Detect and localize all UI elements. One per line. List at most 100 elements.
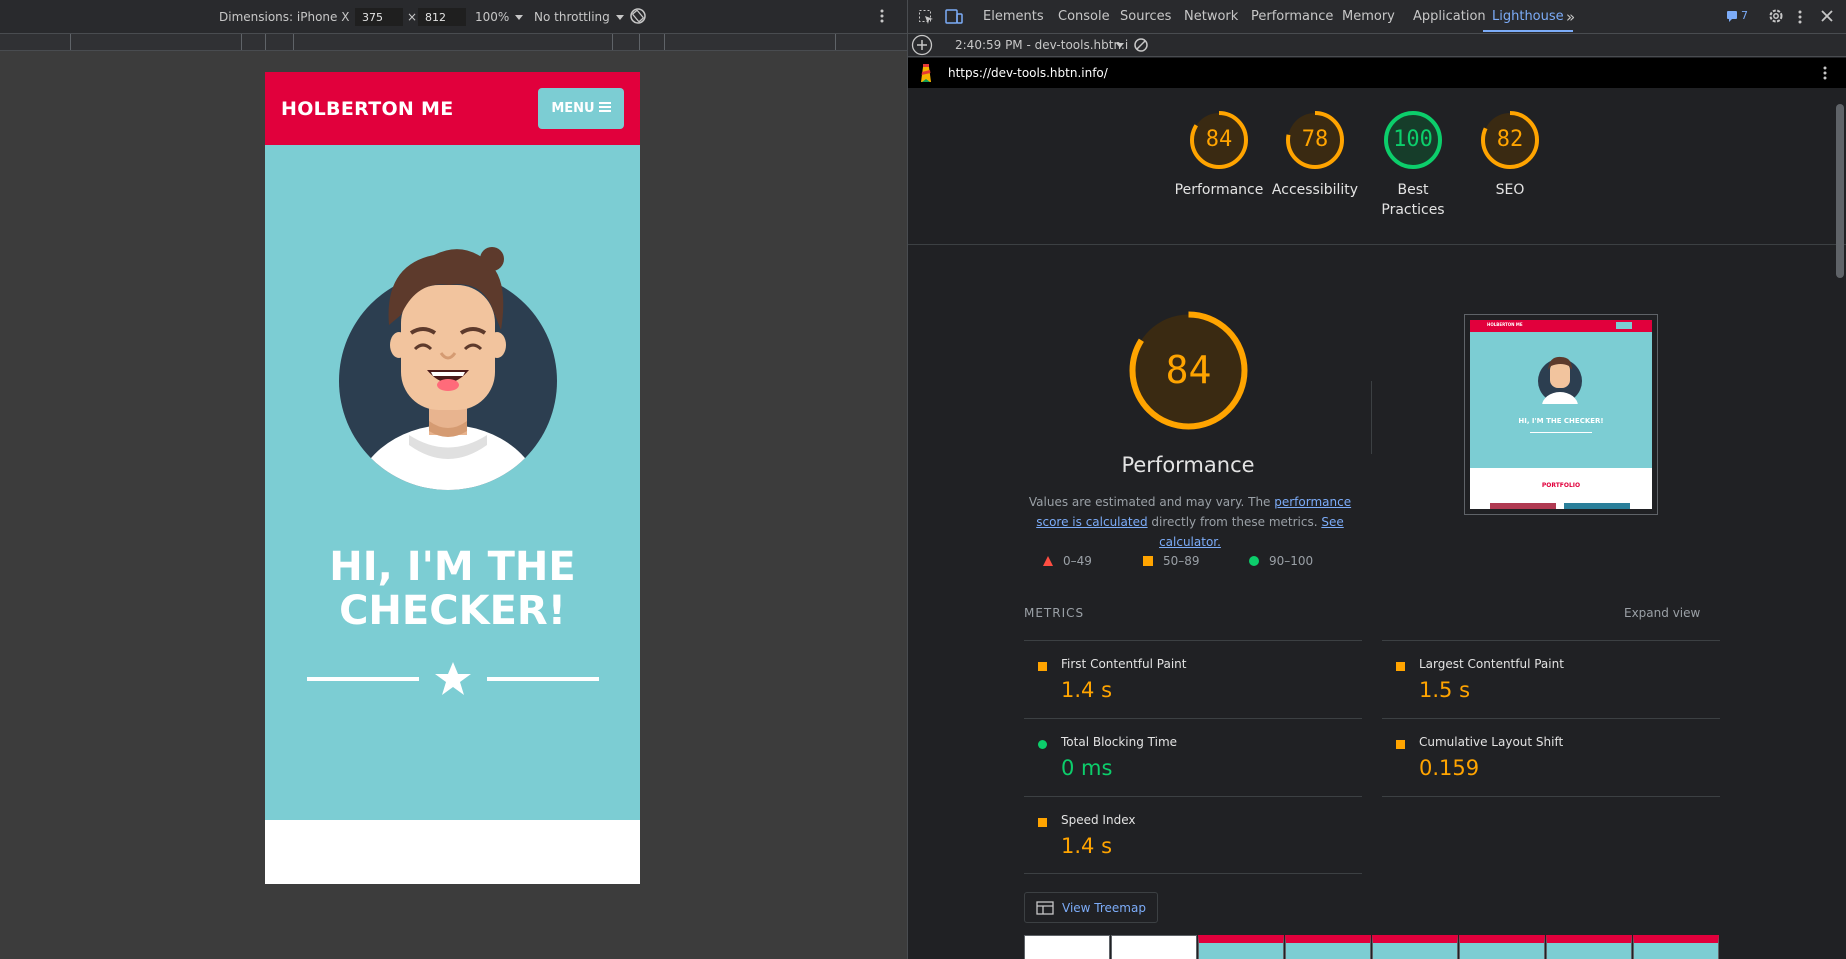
lighthouse-logo-icon xyxy=(918,63,934,86)
chevron-down-icon xyxy=(515,14,524,20)
tab-sources[interactable]: Sources xyxy=(1120,9,1171,24)
report-selector[interactable]: 2:40:59 PM - dev-tools.hbtn.i xyxy=(955,38,1128,52)
devtools-tabbar: Elements Console Sources Network Perform… xyxy=(908,0,1846,34)
average-square-icon xyxy=(1143,556,1153,566)
tab-lighthouse[interactable]: Lighthouse xyxy=(1492,9,1564,24)
hero-title: HI, I'M THE CHECKER! xyxy=(265,545,640,633)
zoom-label: 100% xyxy=(475,10,510,24)
report-url-bar: https://dev-tools.hbtn.info/ xyxy=(908,58,1846,88)
tab-elements[interactable]: Elements xyxy=(983,9,1044,24)
lighthouse-report: 84 Performance 78 Accessibility 100 Best… xyxy=(908,88,1846,959)
performance-description: Values are estimated and may vary. The p… xyxy=(1028,495,1352,549)
star-divider xyxy=(307,662,599,695)
filmstrip-frame xyxy=(1459,935,1545,959)
score-label: Accessibility xyxy=(1271,182,1359,198)
legend-average: 50–89 xyxy=(1143,554,1200,568)
device-width-input[interactable] xyxy=(355,8,403,26)
divider xyxy=(908,244,1846,245)
treemap-icon xyxy=(1036,900,1054,915)
filmstrip-frame xyxy=(1285,935,1371,959)
throttling-label: No throttling xyxy=(534,10,610,24)
tab-memory[interactable]: Memory xyxy=(1342,9,1395,24)
rotate-icon[interactable] xyxy=(629,7,647,28)
performance-score: 84 xyxy=(1165,348,1212,392)
clear-reports-icon[interactable] xyxy=(1133,37,1149,56)
thumb-avatar xyxy=(1538,356,1582,404)
report-menu-icon[interactable] xyxy=(1823,65,1827,84)
view-treemap-label: View Treemap xyxy=(1062,900,1146,915)
score-label: Performance xyxy=(1174,182,1264,198)
performance-title: Performance xyxy=(1121,453,1255,477)
chevron-down-icon[interactable] xyxy=(1116,43,1124,48)
lighthouse-toolbar: 2:40:59 PM - dev-tools.hbtn.i xyxy=(908,34,1846,57)
device-viewport[interactable]: HOLBERTON ME MENU HI, I'M THE CHECKER! xyxy=(265,72,640,884)
site-brand[interactable]: HOLBERTON ME xyxy=(281,98,454,120)
scrollbar-thumb[interactable] xyxy=(1836,104,1844,278)
filmstrip-frame xyxy=(1111,935,1197,959)
metric-total-blocking-time: Total Blocking Time 0 ms xyxy=(1024,718,1362,796)
star-icon xyxy=(435,662,471,695)
device-select-label: Dimensions: iPhone X xyxy=(219,10,350,24)
filmstrip-frame xyxy=(1024,935,1110,959)
tab-network[interactable]: Network xyxy=(1184,9,1238,24)
filmstrip-frame xyxy=(1633,935,1719,959)
inspect-element-icon[interactable] xyxy=(918,9,934,29)
thumb-section: PORTFOLIO xyxy=(1541,482,1581,489)
score-gauge-accessibility[interactable]: 78 Accessibility xyxy=(1270,108,1360,200)
thumb-brand: HOLBERTON ME xyxy=(1487,322,1523,327)
view-treemap-button[interactable]: View Treemap xyxy=(1024,892,1158,923)
legend-fail: 0–49 xyxy=(1043,554,1092,568)
close-icon[interactable] xyxy=(1820,9,1834,27)
devtools-panel: Elements Console Sources Network Perform… xyxy=(907,0,1846,959)
throttling-select[interactable]: No throttling xyxy=(534,10,624,24)
score-gauge-seo[interactable]: 82 SEO xyxy=(1465,108,1555,200)
filmstrip-frame xyxy=(1198,935,1284,959)
dimension-separator: × xyxy=(407,10,418,24)
score-value: 78 xyxy=(1301,127,1329,152)
metrics-heading: METRICS xyxy=(1024,606,1085,620)
expand-view-toggle[interactable]: Expand view xyxy=(1624,606,1700,620)
tab-performance[interactable]: Performance xyxy=(1251,9,1333,24)
metric-first-contentful-paint: First Contentful Paint 1.4 s xyxy=(1024,640,1362,718)
hero-title-line: CHECKER! xyxy=(339,588,566,634)
score-label: SEO xyxy=(1495,182,1525,198)
settings-gear-icon[interactable] xyxy=(1768,8,1784,28)
zoom-select[interactable]: 100% xyxy=(475,10,524,24)
score-value: 82 xyxy=(1496,127,1524,152)
average-square-icon xyxy=(1038,662,1047,671)
device-height-input[interactable] xyxy=(418,8,466,26)
vertical-divider xyxy=(1371,381,1372,454)
device-toolbar: Dimensions: iPhone X × 100% No throttlin… xyxy=(0,0,907,34)
pass-circle-icon xyxy=(1038,740,1047,749)
device-select[interactable]: Dimensions: iPhone X xyxy=(219,10,364,24)
site-header: HOLBERTON ME MENU xyxy=(265,72,640,145)
report-url[interactable]: https://dev-tools.hbtn.info/ xyxy=(948,66,1108,80)
score-value: 100 xyxy=(1393,127,1433,152)
customize-menu-icon[interactable] xyxy=(1798,9,1802,29)
filmstrip xyxy=(1024,935,1719,959)
final-screenshot[interactable]: HOLBERTON ME HI, I'M THE CHECKER! PORTFO… xyxy=(1464,314,1658,515)
issues-badge[interactable]: 7 xyxy=(1726,9,1748,22)
divider xyxy=(1382,796,1720,797)
score-label: Best Practices xyxy=(1381,182,1445,218)
active-tab-indicator xyxy=(1483,30,1573,32)
device-emulation-pane: Dimensions: iPhone X × 100% No throttlin… xyxy=(0,0,907,959)
average-square-icon xyxy=(1396,662,1405,671)
score-gauge-performance[interactable]: 84 Performance xyxy=(1174,108,1264,200)
average-square-icon xyxy=(1038,818,1047,827)
avatar-illustration xyxy=(339,247,557,490)
menu-button-label: MENU xyxy=(551,101,595,116)
more-tabs-icon[interactable]: » xyxy=(1566,8,1575,26)
hamburger-icon xyxy=(598,101,611,116)
more-options-icon[interactable] xyxy=(880,8,884,27)
issues-count: 7 xyxy=(1741,9,1748,22)
new-report-icon[interactable] xyxy=(911,34,933,59)
tab-application[interactable]: Application xyxy=(1413,9,1486,24)
tab-console[interactable]: Console xyxy=(1058,9,1110,24)
menu-button[interactable]: MENU xyxy=(538,88,624,129)
score-scale-legend: 0–49 50–89 90–100 xyxy=(1043,554,1363,574)
metric-cumulative-layout-shift: Cumulative Layout Shift 0.159 xyxy=(1382,718,1720,796)
device-toolbar-icon[interactable] xyxy=(945,9,963,29)
media-query-ruler[interactable] xyxy=(0,34,907,51)
score-gauge-best-practices[interactable]: 100 Best Practices xyxy=(1368,108,1458,220)
